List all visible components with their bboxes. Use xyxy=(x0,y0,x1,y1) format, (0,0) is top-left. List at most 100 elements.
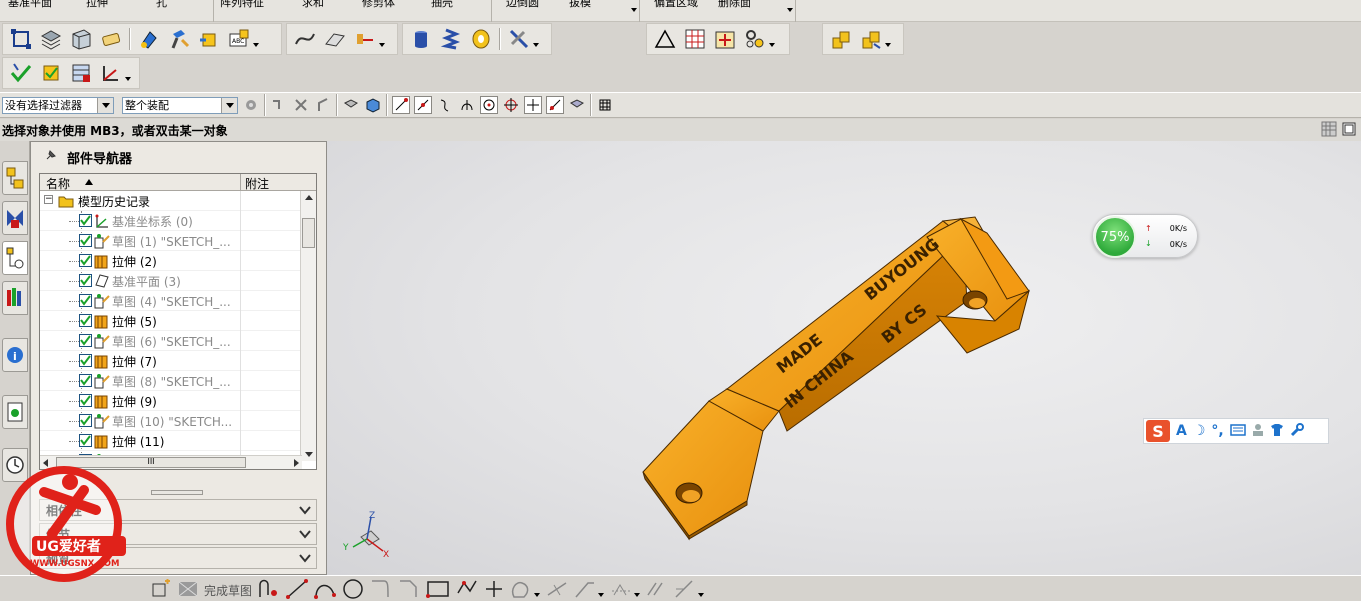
tree-row[interactable]: 拉伸 (5) xyxy=(40,311,316,331)
expand-chevron-icon[interactable] xyxy=(298,551,312,565)
axis-tool-icon[interactable] xyxy=(99,61,123,85)
snap-endpoint-icon[interactable] xyxy=(392,96,410,114)
assembly-check-icon[interactable] xyxy=(39,61,63,85)
menu-extrude[interactable]: 拉伸 xyxy=(86,0,108,10)
menu-delete-face[interactable]: 删除面 xyxy=(718,0,751,10)
tree-row[interactable]: 草图 (4) "SKETCH_... xyxy=(40,291,316,311)
scope-filter-select[interactable]: 整个装配 xyxy=(122,96,238,114)
visibility-checkbox[interactable] xyxy=(79,234,92,247)
sweep-curve-icon[interactable] xyxy=(293,27,317,51)
table-icon[interactable] xyxy=(683,27,707,51)
check-geometry-icon[interactable] xyxy=(9,61,33,85)
polygon-icon[interactable] xyxy=(456,579,478,601)
user-icon[interactable] xyxy=(1252,423,1264,440)
cube-move-icon[interactable] xyxy=(197,27,221,51)
menu-unite[interactable]: 求和 xyxy=(302,0,324,10)
tree-row[interactable]: 拉伸 (2) xyxy=(40,251,316,271)
type-filter-select[interactable]: 没有选择过滤器 xyxy=(2,96,114,114)
tree-row[interactable]: 草图 (8) "SKETCH_... xyxy=(40,371,316,391)
panel-splitter[interactable] xyxy=(151,490,203,495)
visibility-checkbox[interactable] xyxy=(79,434,92,447)
trim-icon[interactable] xyxy=(546,579,568,601)
fillet-icon[interactable] xyxy=(370,579,392,601)
list-table-icon[interactable] xyxy=(69,61,93,85)
snap-point-on-curve-icon[interactable] xyxy=(546,96,564,114)
menu-datum-plane[interactable]: 基准平面 xyxy=(8,0,52,10)
shaded-view-icon[interactable] xyxy=(342,96,360,114)
menu-edge-blend[interactable]: 边倒圆 xyxy=(506,0,539,10)
network-speed-widget[interactable]: 75% 0K/s 0K/s ↑ ↓ xyxy=(1092,214,1198,258)
pin-icon[interactable] xyxy=(45,149,57,165)
menu-hole[interactable]: 孔 xyxy=(156,0,167,10)
constraint-icon[interactable] xyxy=(646,579,668,601)
visibility-checkbox[interactable] xyxy=(79,394,92,407)
scroll-down-icon[interactable] xyxy=(305,452,313,457)
sort-ascending-icon[interactable] xyxy=(85,179,93,185)
expand-chevron-icon[interactable] xyxy=(298,503,312,517)
dropdown-arrow-icon[interactable] xyxy=(125,77,131,81)
visibility-checkbox[interactable] xyxy=(79,214,92,227)
dimension-icon[interactable] xyxy=(674,579,696,601)
chamfer-icon[interactable] xyxy=(398,579,420,601)
circle-icon[interactable] xyxy=(342,578,364,601)
visibility-checkbox[interactable] xyxy=(79,254,92,267)
select-feature-icon[interactable] xyxy=(270,96,288,114)
measure-icon[interactable] xyxy=(353,27,377,51)
tree-row[interactable]: 基准坐标系 (0) xyxy=(40,211,316,231)
dropdown-arrow-icon[interactable] xyxy=(533,43,539,47)
cube-view-icon[interactable] xyxy=(364,96,382,114)
menu-trim-body[interactable]: 修剪体 xyxy=(362,0,395,10)
visibility-checkbox[interactable] xyxy=(79,354,92,367)
tree-row[interactable]: 拉伸 (9) xyxy=(40,391,316,411)
component-blue-icon[interactable] xyxy=(137,27,161,51)
sketch-icon[interactable] xyxy=(150,578,172,601)
profile-icon[interactable] xyxy=(258,579,280,601)
no-display-icon[interactable] xyxy=(507,27,531,51)
visibility-checkbox[interactable] xyxy=(79,334,92,347)
ime-logo-icon[interactable]: S xyxy=(1146,420,1170,442)
dropdown-arrow-icon[interactable] xyxy=(634,593,641,597)
coins-stack-icon[interactable] xyxy=(829,27,853,51)
grid-snap-icon[interactable] xyxy=(596,96,614,114)
tree-root-row[interactable]: − 模型历史记录 xyxy=(40,191,316,211)
circles-group-icon[interactable] xyxy=(743,27,767,51)
scroll-right-icon[interactable] xyxy=(294,459,299,467)
hammer-icon[interactable] xyxy=(167,27,191,51)
keyboard-icon[interactable] xyxy=(1229,423,1246,439)
menu-pattern[interactable]: 阵列特征 xyxy=(220,0,264,10)
select-hand-icon[interactable] xyxy=(314,96,332,114)
column-divider[interactable] xyxy=(240,174,241,191)
web-browser-tab[interactable]: i xyxy=(2,338,28,372)
reuse-library-tab[interactable] xyxy=(2,281,28,315)
column-name-header[interactable]: 名称 xyxy=(46,175,70,192)
tree-row[interactable]: 拉伸 (11) xyxy=(40,431,316,451)
line-icon[interactable] xyxy=(286,578,309,601)
dropdown-arrow-icon[interactable] xyxy=(598,593,605,597)
finish-sketch-label[interactable]: 完成草图 xyxy=(204,582,252,599)
more-dropdown-icon[interactable] xyxy=(631,8,637,12)
visibility-checkbox[interactable] xyxy=(79,314,92,327)
eraser-icon[interactable] xyxy=(99,27,123,51)
menu-offset-region[interactable]: 偏置区域 xyxy=(654,0,698,10)
tree-row[interactable]: 草图 (6) "SKETCH_... xyxy=(40,331,316,351)
window-restore-icon[interactable] xyxy=(1341,121,1357,140)
abc-component-icon[interactable]: ABC xyxy=(227,27,251,51)
tree-row[interactable]: 草图 (1) "SKETCH_... xyxy=(40,231,316,251)
dropdown-arrow-icon[interactable] xyxy=(698,593,705,597)
chevron-down-icon[interactable] xyxy=(97,97,113,113)
constraint-navigator-tab[interactable] xyxy=(2,201,28,235)
more-dropdown-icon[interactable] xyxy=(787,8,793,12)
dropdown-arrow-icon[interactable] xyxy=(253,43,259,47)
scroll-up-icon[interactable] xyxy=(305,195,313,200)
dropdown-arrow-icon[interactable] xyxy=(769,43,775,47)
menu-draft[interactable]: 拔模 xyxy=(569,0,591,10)
graphics-window[interactable]: MADE IN CHINA BUYOUNG BY CS Z Y X 75% 0K… xyxy=(327,141,1361,575)
tree-row[interactable]: 草图 (10) "SKETCH... xyxy=(40,411,316,431)
view-triad[interactable]: Z Y X xyxy=(339,509,395,565)
dropdown-arrow-icon[interactable] xyxy=(534,593,541,597)
grid-view-icon[interactable] xyxy=(1321,121,1337,140)
expand-chevron-icon[interactable] xyxy=(298,527,312,541)
spline-icon[interactable] xyxy=(510,579,532,601)
snap-intersection-icon[interactable] xyxy=(524,96,542,114)
visibility-checkbox[interactable] xyxy=(79,274,92,287)
